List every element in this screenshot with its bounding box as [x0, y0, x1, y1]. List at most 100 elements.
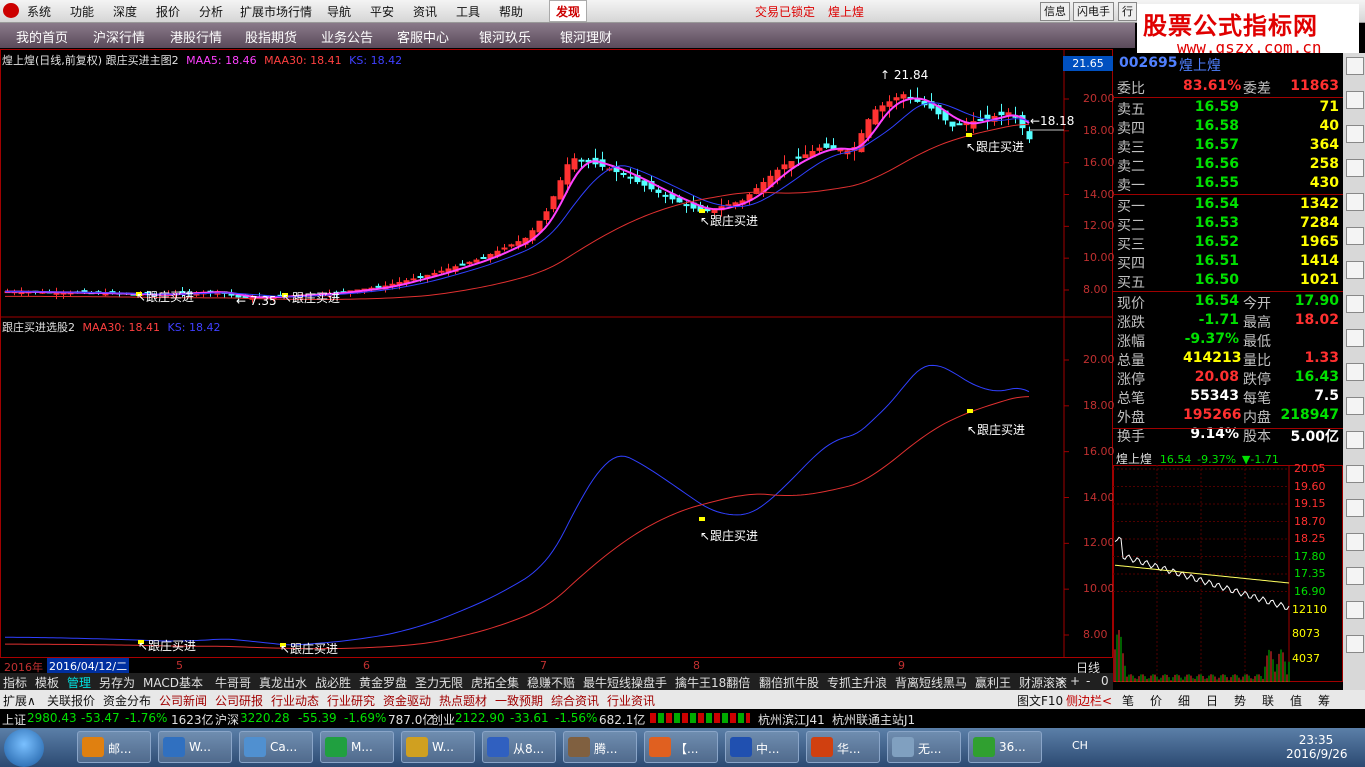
menu-system[interactable]: 系统 [27, 3, 51, 20]
tool-icon[interactable] [1346, 601, 1364, 619]
nav-announcements[interactable]: 业务公告 [321, 27, 373, 46]
menu-pingan[interactable]: 平安 [370, 3, 394, 20]
formula-tab[interactable]: 牛哥哥 [215, 674, 251, 691]
flash-trade-button[interactable]: 闪电手 [1073, 2, 1114, 21]
share-icon[interactable] [1346, 431, 1364, 449]
reset-zoom-icon[interactable]: 0 [1101, 674, 1109, 688]
nav-yinhe-joy[interactable]: 银河玖乐 [479, 27, 531, 46]
panel-tab[interactable]: 图文F10 [1017, 692, 1063, 709]
info-tab[interactable]: 公司新闻 [159, 692, 207, 709]
taskbar-item[interactable]: 邮... [77, 731, 151, 763]
scroll-up-icon[interactable] [1346, 57, 1364, 75]
menu-extended-market[interactable]: 扩展市场行情 [240, 3, 312, 20]
zoom-out-icon[interactable]: - [1086, 674, 1090, 688]
formula-tab[interactable]: 稳赚不赔 [527, 674, 575, 691]
formula-tab[interactable]: 指标 [3, 674, 27, 691]
info-tab[interactable]: 关联报价 [47, 692, 95, 709]
taskbar-item[interactable]: W... [401, 731, 475, 763]
taskbar-item[interactable]: W... [158, 731, 232, 763]
info-tab[interactable]: 行业研究 [327, 692, 375, 709]
mode-icon[interactable] [1346, 329, 1364, 347]
panel-tab[interactable]: 价 [1150, 692, 1162, 709]
taskbar-item[interactable]: Ca... [239, 731, 313, 763]
nav-hushen[interactable]: 沪深行情 [93, 27, 145, 46]
calendar-icon[interactable] [1346, 363, 1364, 381]
menu-quote[interactable]: 报价 [156, 3, 180, 20]
start-button-icon[interactable] [4, 729, 44, 767]
info-tab[interactable]: 行业动态 [271, 692, 319, 709]
info-tab[interactable]: 扩展∧ [3, 692, 36, 709]
f-icon[interactable] [1346, 295, 1364, 313]
grid-icon[interactable] [1346, 159, 1364, 177]
taskbar-item[interactable]: 【... [644, 731, 718, 763]
formula-tab[interactable]: 擒牛王18翻倍 [675, 674, 750, 691]
taskbar-item[interactable]: 中... [725, 731, 799, 763]
nav-hk[interactable]: 港股行情 [170, 27, 222, 46]
nav-home[interactable]: 我的首页 [16, 27, 68, 46]
info-tab[interactable]: 资金分布 [103, 692, 151, 709]
formula-tab[interactable]: 模板 [35, 674, 59, 691]
more-icon[interactable] [1346, 635, 1364, 653]
nav-service[interactable]: 客服中心 [397, 27, 449, 46]
taskbar-item[interactable]: 36... [968, 731, 1042, 763]
rsi-icon[interactable] [1346, 465, 1364, 483]
menu-navigate[interactable]: 导航 [327, 3, 351, 20]
star-icon[interactable] [1346, 227, 1364, 245]
menu-tools[interactable]: 工具 [456, 3, 480, 20]
formula-tab[interactable]: MACD基本 [143, 674, 203, 691]
menu-discover[interactable]: 发现 [549, 0, 587, 22]
bar-icon[interactable] [1346, 261, 1364, 279]
panel-tab[interactable]: 日 [1206, 692, 1218, 709]
panel-tab[interactable]: 势 [1234, 692, 1246, 709]
window-icon[interactable] [1346, 567, 1364, 585]
taskbar-item[interactable]: 华... [806, 731, 880, 763]
formula-tab[interactable]: 另存为 [99, 674, 135, 691]
info-tab[interactable]: 热点题材 [439, 692, 487, 709]
nav-futures[interactable]: 股指期货 [245, 27, 297, 46]
formula-tab[interactable]: 管理 [67, 674, 91, 691]
panel-tab[interactable]: 筹 [1318, 692, 1330, 709]
formula-tab[interactable]: 专抓主升浪 [827, 674, 887, 691]
screen-icon[interactable] [1346, 533, 1364, 551]
taskbar-item[interactable]: M... [320, 731, 394, 763]
formula-tab[interactable]: 虎拓全集 [471, 674, 519, 691]
alert-icon[interactable] [1346, 499, 1364, 517]
menu-icon[interactable] [1346, 193, 1364, 211]
menu-analysis[interactable]: 分析 [199, 3, 223, 20]
menu-news[interactable]: 资讯 [413, 3, 437, 20]
info-tab[interactable]: 一致预期 [495, 692, 543, 709]
panel-tab[interactable]: 联 [1262, 692, 1274, 709]
taskbar-item[interactable]: 从8... [482, 731, 556, 763]
menu-help[interactable]: 帮助 [499, 3, 523, 20]
zoom-in-icon[interactable]: + [1070, 674, 1080, 688]
formula-tab[interactable]: 最牛短线操盘手 [583, 674, 667, 691]
list-icon[interactable] [1346, 91, 1364, 109]
formula-tab[interactable]: 翻倍抓牛股 [759, 674, 819, 691]
menu-depth[interactable]: 深度 [113, 3, 137, 20]
formula-tab[interactable]: 赢利王 [975, 674, 1011, 691]
panel-tab[interactable]: 笔 [1122, 692, 1134, 709]
info-button[interactable]: 信息 [1040, 2, 1070, 21]
taskbar-item[interactable]: 腾... [563, 731, 637, 763]
system-clock[interactable]: 23:35 2016/9/26 [1286, 733, 1348, 761]
panel-tab[interactable]: 细 [1178, 692, 1190, 709]
taskbar-item[interactable]: 无... [887, 731, 961, 763]
input-language[interactable]: CH [1072, 739, 1088, 752]
news-icon[interactable] [1346, 397, 1364, 415]
formula-tab[interactable]: 背离短线黑马 [895, 674, 967, 691]
row-button[interactable]: 行 [1118, 2, 1137, 21]
panel-tab[interactable]: 值 [1290, 692, 1302, 709]
info-tab[interactable]: 综合资讯 [551, 692, 599, 709]
chart-area[interactable]: ↖跟庄买进 ↖跟庄买进 ↖跟庄买进 ↖跟庄买进 ↖跟庄买进 ↖跟庄买进 ↖跟庄买进 ↖跟庄买进… [0, 49, 1113, 673]
formula-tab[interactable]: 真龙出水 [259, 674, 307, 691]
chart-icon[interactable] [1346, 125, 1364, 143]
tab-scroll-right-icon[interactable]: > [1055, 674, 1065, 688]
nav-yinhe-finance[interactable]: 银河理财 [560, 27, 612, 46]
info-tab[interactable]: 公司研报 [215, 692, 263, 709]
formula-tab[interactable]: 圣力无限 [415, 674, 463, 691]
menu-function[interactable]: 功能 [70, 3, 94, 20]
panel-tab[interactable]: 侧边栏< [1066, 692, 1112, 709]
formula-tab[interactable]: 战必胜 [315, 674, 351, 691]
info-tab[interactable]: 资金驱动 [383, 692, 431, 709]
info-tab[interactable]: 行业资讯 [607, 692, 655, 709]
